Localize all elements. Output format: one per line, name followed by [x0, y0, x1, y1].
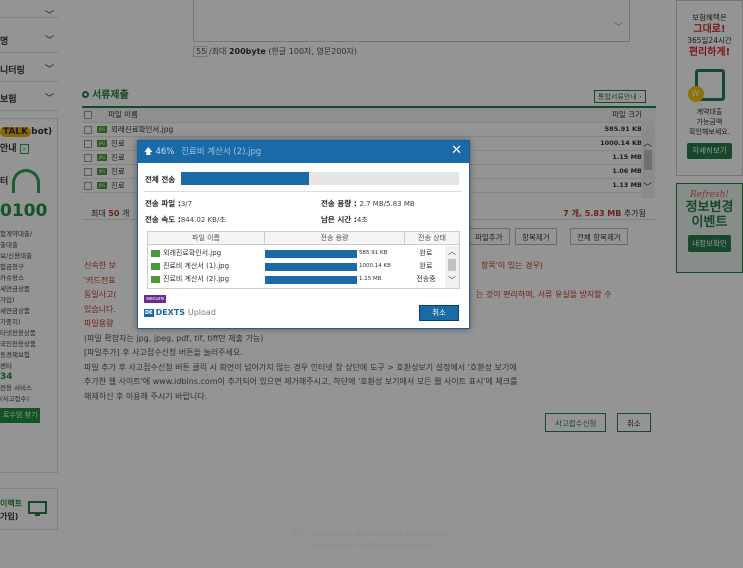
dialog-percent: 46%: [155, 147, 175, 157]
upload-file-size: 1.15 MB: [359, 276, 382, 282]
column-header-name: 파일 이름: [192, 234, 220, 242]
scroll-thumb[interactable]: [448, 259, 456, 271]
column-header-status: 전송 상태: [404, 232, 459, 245]
remain-value: 4초: [356, 216, 368, 224]
speed-value: 844.02 KB/초: [180, 216, 226, 224]
remain-label: 남은 시간 :: [321, 215, 357, 224]
files-label: 전송 파일 :: [145, 199, 181, 208]
upload-status: 전송중: [416, 275, 436, 283]
size-stat: 전송 용량 : 2.7 MB/5.83 MB: [321, 198, 415, 209]
upload-file-name: 진료비 계산서 (2).jpg: [163, 275, 230, 283]
upload-status: 완료: [419, 249, 433, 257]
dialog-current-file: 진료비 계산서 (2).jpg: [181, 147, 262, 157]
list-item[interactable]: 외래진료확인서.jpg 585.91 KB 완료: [148, 247, 444, 260]
cancel-upload-button[interactable]: 취소: [419, 305, 459, 321]
upload-dialog: 🡅 46% 진료비 계산서 (2).jpg ✕ 전체 전송 전송 파일 :3/7…: [137, 140, 470, 329]
jpg-file-icon: [151, 276, 160, 283]
upload-file-size: 1000.14 KB: [359, 263, 391, 269]
upload-progress-bar: [265, 250, 357, 258]
list-item[interactable]: 진료비 계산서 (2).jpg 1.15 MB 전송중: [148, 273, 444, 286]
upload-file-name: 진료비 계산서 (1).jpg: [163, 262, 230, 270]
dexts-brand-suffix: Upload: [187, 308, 216, 317]
dexts-logo: DE DEXTS Upload: [144, 308, 216, 317]
speed-stat: 전송 속도 :844.02 KB/초: [145, 214, 226, 225]
scroll-down-icon[interactable]: ﹀: [448, 276, 456, 286]
total-transfer-label: 전체 전송: [145, 175, 176, 184]
upload-progress-bar: [265, 263, 357, 271]
close-icon[interactable]: ✕: [451, 143, 462, 158]
upload-progress-bar: [265, 276, 357, 284]
page: ﹀ 명 ﹀ 니터링 ﹀ 보험 ﹀ TALK bot) 안내 › 터 0100 험계약대출…: [0, 0, 743, 568]
total-progress-bar: [181, 172, 459, 185]
scroll-up-icon[interactable]: ︿: [448, 247, 456, 257]
dexts-logo-mark: DE: [144, 309, 154, 317]
dexts-brand: DEXTS: [155, 308, 186, 317]
jpg-file-icon: [151, 263, 160, 270]
dialog-title-bar: 🡅 46% 진료비 계산서 (2).jpg: [138, 141, 469, 163]
remain-stat: 남은 시간 :4초: [321, 214, 368, 225]
upload-file-size: 585.91 KB: [359, 250, 388, 256]
column-header-size: 전송 용량: [264, 232, 404, 245]
jpg-file-icon: [151, 250, 160, 257]
upload-file-table: 파일 이름 전송 용량 전송 상태 외래진료확인서.jpg 585.91 KB 완료…: [147, 231, 460, 289]
list-item[interactable]: 진료비 계산서 (1).jpg 1000.14 KB 완료: [148, 260, 444, 273]
upload-table-header: 파일 이름 전송 용량 전송 상태: [148, 232, 459, 245]
files-value: 3/7: [180, 200, 193, 208]
upload-file-name: 외래진료확인서.jpg: [163, 249, 222, 257]
size-label: 전송 용량 :: [321, 199, 357, 208]
upload-arrow-icon: 🡅: [144, 147, 153, 157]
upload-status: 완료: [419, 262, 433, 270]
size-value: 2.7 MB/5.83 MB: [359, 200, 415, 208]
total-progress-fill: [181, 172, 309, 185]
upload-table-scrollbar[interactable]: ︿ ﹀: [445, 246, 459, 288]
divider: [144, 191, 462, 192]
speed-label: 전송 속도 :: [145, 215, 181, 224]
files-stat: 전송 파일 :3/7: [145, 198, 192, 209]
secure-badge: secure: [144, 295, 167, 303]
